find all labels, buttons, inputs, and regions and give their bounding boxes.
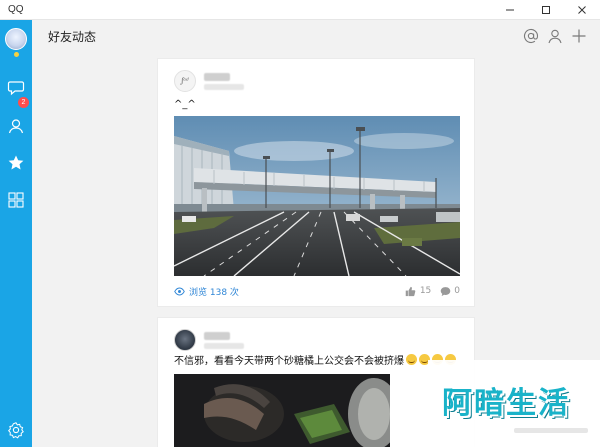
sidebar: 2 (0, 20, 32, 447)
friend-avatar[interactable]: ʃᵃᵈ (174, 70, 196, 92)
person-icon (548, 29, 562, 44)
close-icon (578, 6, 586, 14)
gear-icon (8, 422, 24, 439)
post-photo[interactable] (174, 116, 460, 276)
sidebar-item-apps[interactable] (6, 190, 26, 210)
reactions: 15 0 (405, 285, 460, 297)
chat-bubble-icon (7, 81, 25, 96)
laughing-emoji-icon (406, 354, 417, 365)
comment-count: 0 (454, 286, 460, 296)
watermark-text: 阿暗生活 (442, 386, 570, 421)
friend-info (204, 331, 244, 349)
friend-name-blurred[interactable] (204, 331, 230, 340)
profile-button[interactable] (546, 27, 564, 45)
app-label: QQ (8, 4, 24, 15)
friend-info (204, 72, 244, 90)
title-bar: QQ (0, 0, 600, 20)
header-actions (522, 27, 588, 45)
sidebar-item-favorites[interactable] (6, 153, 26, 173)
eye-icon (174, 287, 185, 296)
window-controls (492, 0, 600, 20)
watermark-logo: 阿暗生活 (428, 360, 600, 447)
user-avatar[interactable] (5, 28, 27, 50)
plus-icon (572, 29, 586, 43)
view-count-label: 浏览 138 次 (189, 288, 239, 298)
post-photo[interactable] (174, 374, 390, 447)
post-header (174, 328, 244, 352)
post-text-content: 不信邪，看看今天带两个砂糖橘上公交会不会被挤爆 (174, 356, 404, 367)
sidebar-item-settings[interactable] (6, 420, 26, 440)
comment-icon (440, 286, 451, 296)
page-header: 好友动态 (32, 20, 600, 52)
watermark-subtitle-blurred (514, 428, 588, 433)
bus-photo-image (174, 374, 390, 447)
post-stats: 浏览 138 次 15 0 (174, 285, 460, 299)
comment-button[interactable] (439, 285, 451, 297)
post-header: ʃᵃᵈ (174, 69, 244, 93)
post-time-blurred (204, 83, 244, 90)
thumbs-up-icon (406, 286, 416, 296)
star-icon (8, 155, 24, 170)
like-button[interactable] (405, 285, 417, 297)
post-time-blurred (204, 342, 244, 349)
at-icon (523, 28, 539, 44)
maximize-icon (542, 6, 550, 14)
unread-badge: 2 (18, 97, 29, 108)
person-icon (8, 119, 24, 134)
view-count[interactable]: 浏览 138 次 (174, 285, 239, 298)
minimize-button[interactable] (492, 0, 528, 20)
friend-avatar[interactable] (174, 329, 196, 351)
post-text: ^_^ (174, 99, 196, 110)
sidebar-item-contacts[interactable] (6, 116, 26, 136)
feed-post: ʃᵃᵈ ^_^ 浏览 138 次 15 0 (157, 58, 475, 307)
maximize-button[interactable] (528, 0, 564, 20)
airport-photo-image (174, 116, 460, 276)
friend-name-blurred[interactable] (204, 72, 230, 81)
grid-icon (8, 192, 24, 208)
post-text: 不信邪，看看今天带两个砂糖橘上公交会不会被挤爆 (174, 352, 456, 367)
like-count: 15 (419, 286, 432, 296)
close-button[interactable] (564, 0, 600, 20)
page-title: 好友动态 (48, 30, 97, 44)
mention-button[interactable] (522, 27, 540, 45)
sidebar-item-messages[interactable] (6, 77, 26, 97)
online-status-dot (14, 52, 19, 57)
minimize-icon (506, 9, 514, 11)
new-post-button[interactable] (570, 27, 588, 45)
